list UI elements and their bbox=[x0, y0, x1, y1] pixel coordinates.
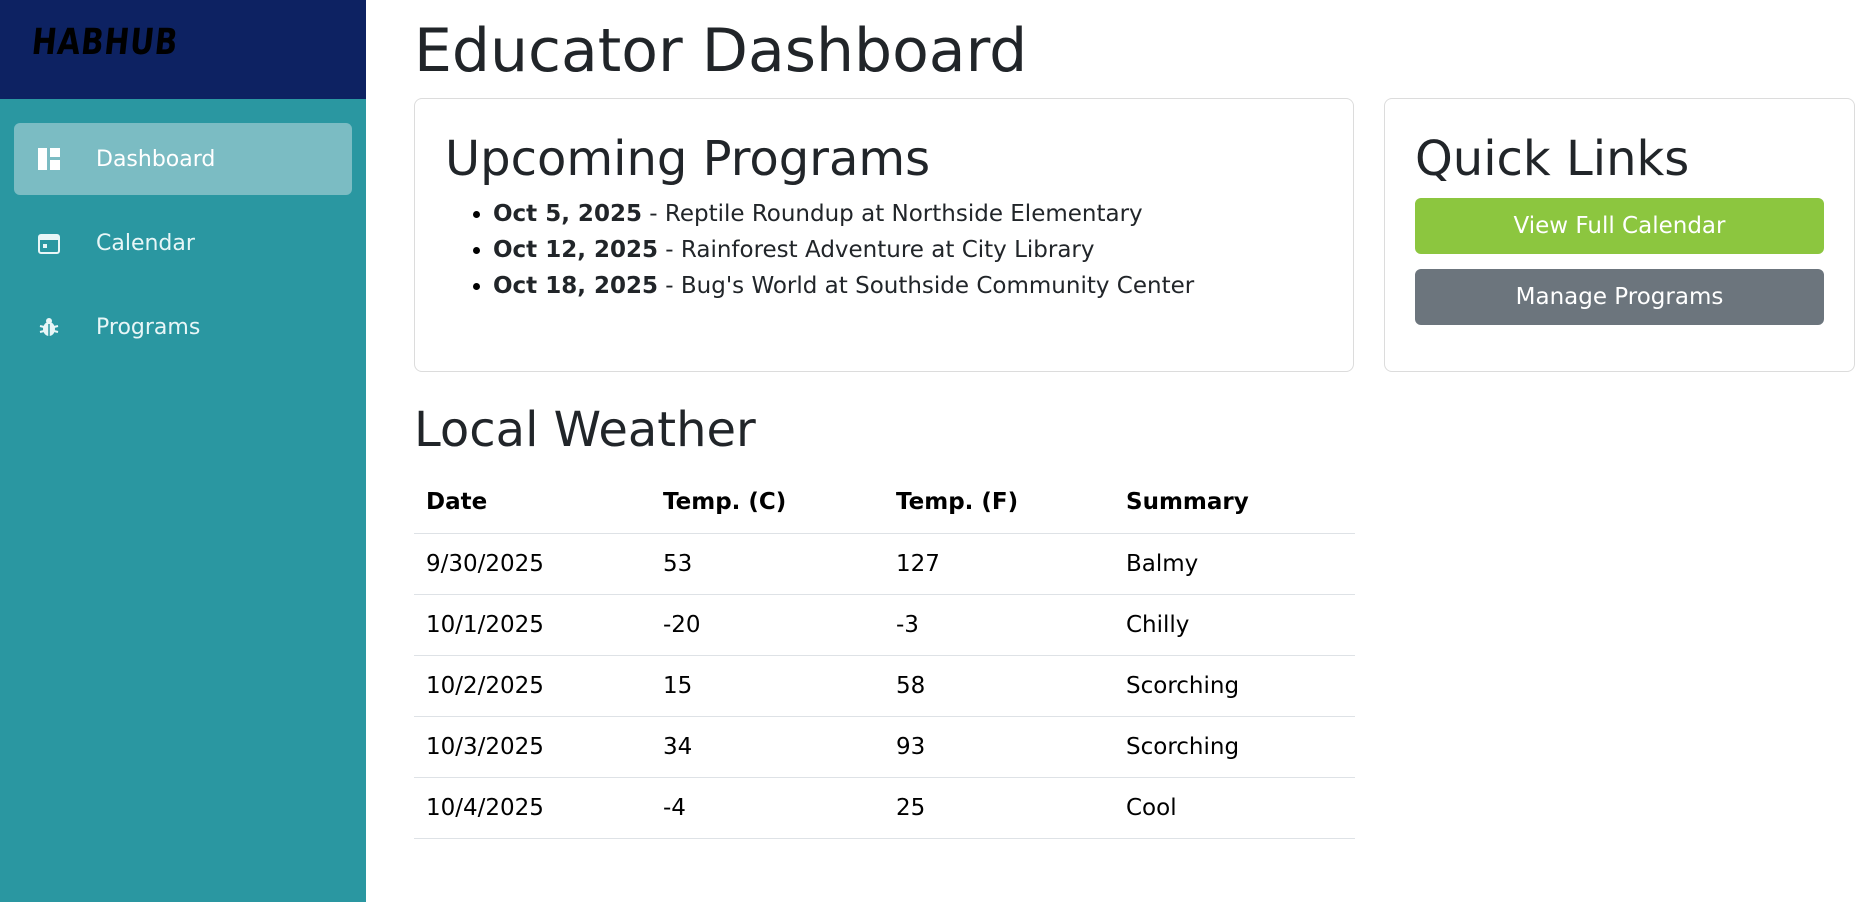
program-description: - Reptile Roundup at Northside Elementar… bbox=[641, 200, 1143, 227]
quick-links-card: Quick Links View Full Calendar Manage Pr… bbox=[1384, 98, 1855, 372]
cell-summary: Chilly bbox=[1114, 594, 1355, 656]
sidebar: HABHUB Dashboard Calendar Programs bbox=[0, 0, 366, 902]
program-date: Oct 12, 2025 bbox=[493, 236, 658, 263]
cell-temp-f: 58 bbox=[884, 655, 1114, 717]
cell-temp-f: 25 bbox=[884, 777, 1114, 839]
cell-temp-c: 15 bbox=[651, 655, 884, 717]
weather-table: Date Temp. (C) Temp. (F) Summary 9/30/20… bbox=[414, 472, 1355, 839]
sidebar-item-dashboard[interactable]: Dashboard bbox=[14, 123, 352, 195]
manage-programs-button[interactable]: Manage Programs bbox=[1415, 268, 1824, 325]
local-weather-title: Local Weather bbox=[414, 402, 756, 458]
sidebar-item-label: Calendar bbox=[96, 230, 195, 256]
cell-temp-f: 127 bbox=[884, 533, 1114, 595]
brand-logo[interactable]: HABHUB bbox=[30, 22, 180, 63]
cell-temp-c: -4 bbox=[651, 777, 884, 839]
program-list: Oct 5, 2025 - Reptile Roundup at Northsi… bbox=[445, 196, 1323, 304]
program-description: - Bug's World at Southside Community Cen… bbox=[657, 272, 1195, 299]
sidebar-nav: Dashboard Calendar Programs bbox=[0, 99, 366, 363]
column-header-temp-f: Temp. (F) bbox=[884, 472, 1114, 534]
program-date: Oct 18, 2025 bbox=[493, 272, 658, 299]
table-row: 10/4/2025 -4 25 Cool bbox=[414, 777, 1355, 839]
sidebar-item-calendar[interactable]: Calendar bbox=[14, 207, 352, 279]
page-title: Educator Dashboard bbox=[414, 16, 1028, 86]
view-full-calendar-button[interactable]: View Full Calendar bbox=[1415, 197, 1824, 254]
table-row: 10/2/2025 15 58 Scorching bbox=[414, 655, 1355, 717]
cell-date: 10/4/2025 bbox=[414, 777, 651, 839]
list-item: Oct 12, 2025 - Rainforest Adventure at C… bbox=[493, 232, 1323, 268]
table-row: 10/1/2025 -20 -3 Chilly bbox=[414, 594, 1355, 656]
cell-summary: Scorching bbox=[1114, 716, 1355, 778]
list-item: Oct 18, 2025 - Bug's World at Southside … bbox=[493, 268, 1323, 304]
cell-date: 10/3/2025 bbox=[414, 716, 651, 778]
cell-temp-c: 53 bbox=[651, 533, 884, 595]
list-item: Oct 5, 2025 - Reptile Roundup at Northsi… bbox=[493, 196, 1323, 232]
bug-icon bbox=[36, 314, 62, 340]
sidebar-item-programs[interactable]: Programs bbox=[14, 291, 352, 363]
cell-temp-c: 34 bbox=[651, 716, 884, 778]
cell-date: 10/2/2025 bbox=[414, 655, 651, 717]
upcoming-programs-card: Upcoming Programs Oct 5, 2025 - Reptile … bbox=[414, 98, 1354, 372]
program-date: Oct 5, 2025 bbox=[493, 200, 642, 227]
cell-date: 9/30/2025 bbox=[414, 533, 651, 595]
cell-summary: Balmy bbox=[1114, 533, 1355, 595]
table-header-row: Date Temp. (C) Temp. (F) Summary bbox=[414, 472, 1355, 534]
column-header-temp-c: Temp. (C) bbox=[651, 472, 884, 534]
cell-temp-f: 93 bbox=[884, 716, 1114, 778]
upcoming-programs-title: Upcoming Programs bbox=[445, 131, 931, 187]
cell-summary: Scorching bbox=[1114, 655, 1355, 717]
dashboard-icon bbox=[36, 146, 62, 172]
cell-temp-f: -3 bbox=[884, 594, 1114, 656]
sidebar-item-label: Dashboard bbox=[96, 146, 216, 172]
table-row: 9/30/2025 53 127 Balmy bbox=[414, 533, 1355, 595]
cell-date: 10/1/2025 bbox=[414, 594, 651, 656]
table-row: 10/3/2025 34 93 Scorching bbox=[414, 716, 1355, 778]
column-header-summary: Summary bbox=[1114, 472, 1355, 534]
calendar-icon bbox=[36, 230, 62, 256]
cell-temp-c: -20 bbox=[651, 594, 884, 656]
brand-header: HABHUB bbox=[0, 0, 366, 99]
column-header-date: Date bbox=[414, 472, 651, 534]
sidebar-item-label: Programs bbox=[96, 314, 201, 340]
program-description: - Rainforest Adventure at City Library bbox=[657, 236, 1095, 263]
quick-links-title: Quick Links bbox=[1415, 131, 1690, 187]
cell-summary: Cool bbox=[1114, 777, 1355, 839]
